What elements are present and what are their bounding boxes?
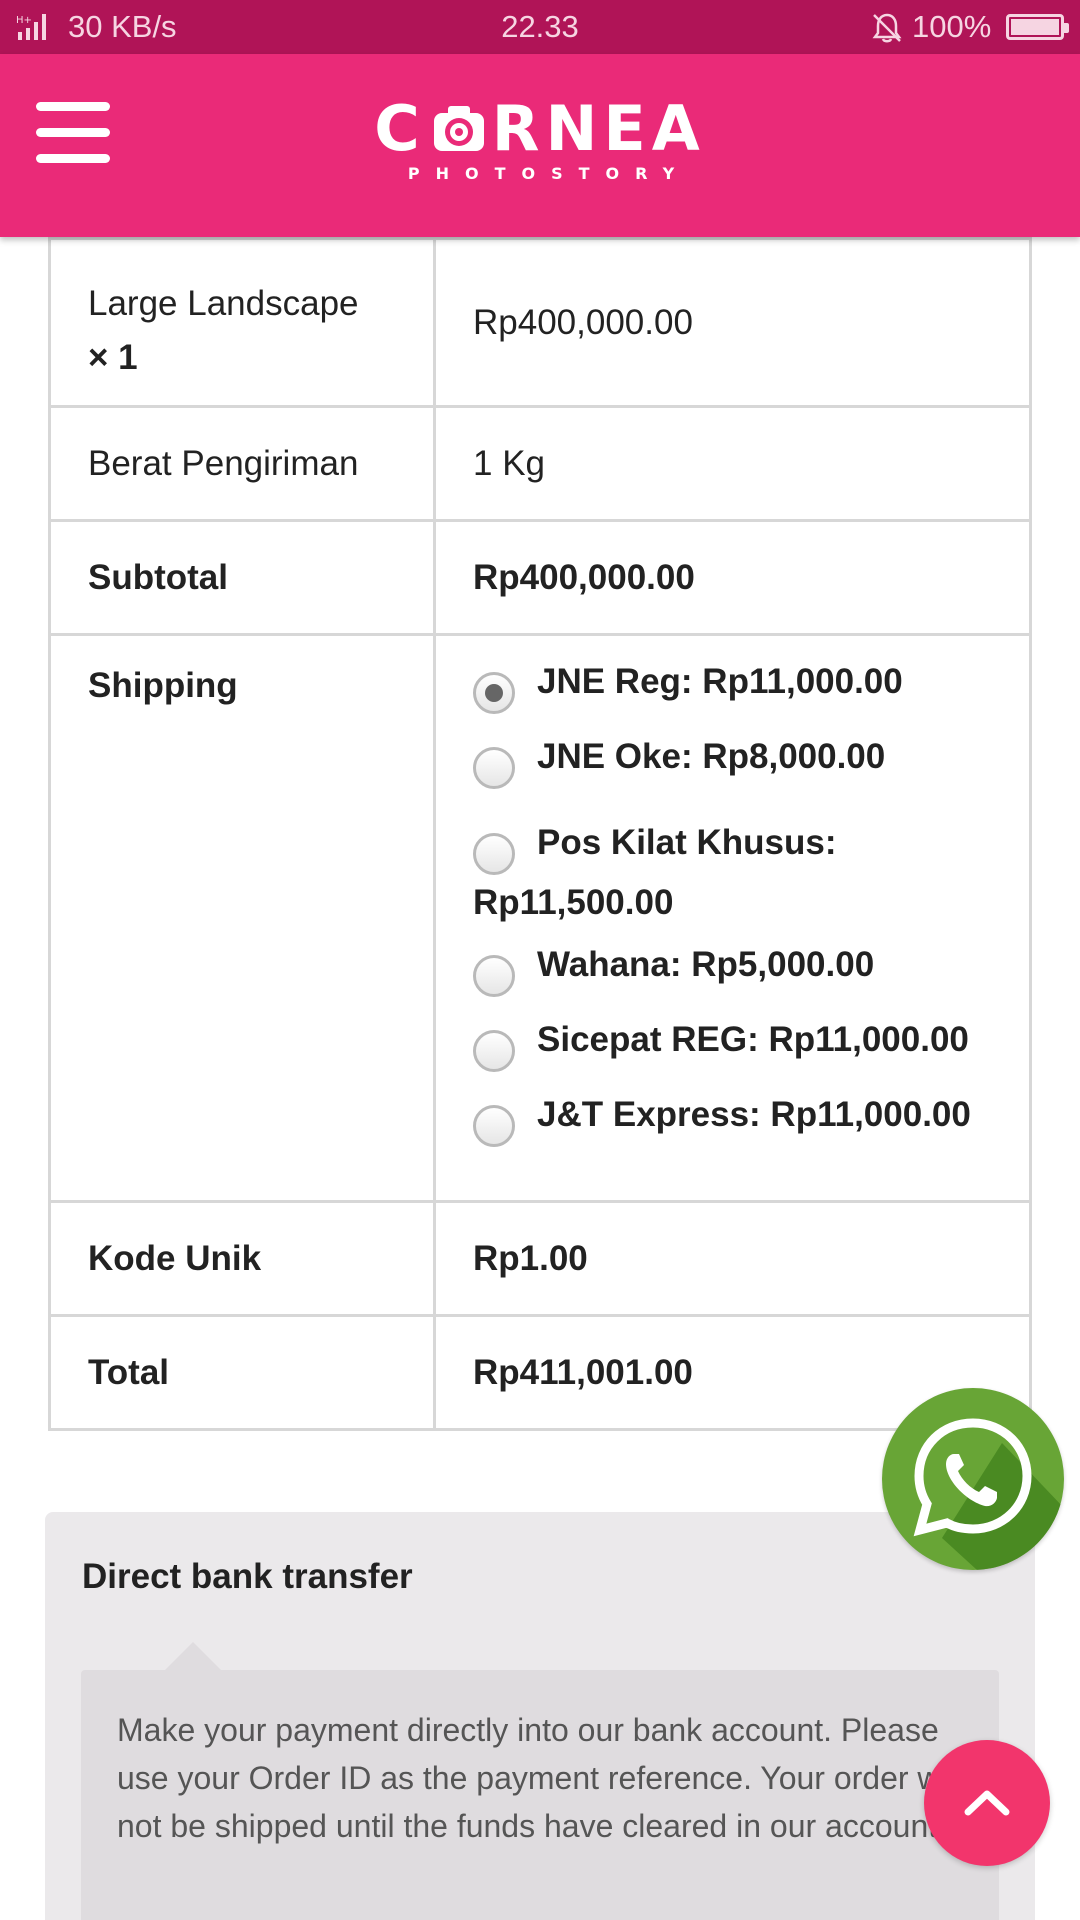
order-review-table: Large Landscape × 1 Rp400,000.00 Berat P… bbox=[48, 237, 1032, 1431]
shipping-option-label-cont: Rp11,500.00 bbox=[473, 883, 674, 922]
status-bar: H+ 30 KB/s 22.33 100% bbox=[0, 0, 1080, 54]
product-cell: Large Landscape × 1 bbox=[48, 237, 436, 408]
site-header: C RNEA PHOTOSTORY bbox=[0, 54, 1080, 237]
radio-jne-oke[interactable] bbox=[473, 747, 515, 789]
unique-code-label: Kode Unik bbox=[48, 1200, 436, 1317]
radio-jne-reg[interactable] bbox=[473, 672, 515, 714]
weight-value: 1 Kg bbox=[433, 405, 1032, 522]
shipping-option-jnt[interactable]: J&T Express: Rp11,000.00 bbox=[473, 1095, 1029, 1170]
shipping-option-jne-reg[interactable]: JNE Reg: Rp11,000.00 bbox=[473, 662, 1029, 737]
battery-icon bbox=[1006, 14, 1069, 40]
table-row-subtotal: Subtotal Rp400,000.00 bbox=[48, 519, 1032, 636]
payment-method-description: Make your payment directly into our bank… bbox=[81, 1670, 999, 1920]
weight-label: Berat Pengiriman bbox=[48, 405, 436, 522]
radio-sicepat[interactable] bbox=[473, 1030, 515, 1072]
shipping-options: JNE Reg: Rp11,000.00 JNE Oke: Rp8,000.00… bbox=[433, 633, 1032, 1203]
shipping-option-label: Wahana: Rp5,000.00 bbox=[537, 945, 875, 984]
shipping-option-pos-kilat[interactable]: Pos Kilat Khusus: Rp11,500.00 bbox=[473, 815, 1029, 945]
shipping-option-label: JNE Reg: Rp11,000.00 bbox=[537, 662, 903, 701]
logo-text-right: RNEA bbox=[491, 92, 706, 165]
site-logo[interactable]: C RNEA PHOTOSTORY bbox=[0, 92, 1080, 184]
shipping-label: Shipping bbox=[48, 633, 436, 1203]
whatsapp-icon bbox=[913, 1418, 1064, 1570]
shipping-option-label: JNE Oke: Rp8,000.00 bbox=[537, 737, 886, 776]
product-name: Large Landscape bbox=[88, 284, 359, 323]
battery-percentage: 100% bbox=[912, 9, 992, 44]
product-price: Rp400,000.00 bbox=[433, 237, 1032, 408]
whatsapp-button[interactable] bbox=[882, 1388, 1064, 1570]
table-row-weight: Berat Pengiriman 1 Kg bbox=[48, 405, 1032, 522]
unique-code-value: Rp1.00 bbox=[433, 1200, 1032, 1317]
payment-method-box: Direct bank transfer Make your payment d… bbox=[45, 1512, 1035, 1920]
table-row-shipping: Shipping JNE Reg: Rp11,000.00 JNE Oke: R… bbox=[48, 633, 1032, 1203]
bell-muted-icon bbox=[872, 13, 902, 43]
subtotal-label: Subtotal bbox=[48, 519, 436, 636]
logo-text-left: C bbox=[374, 92, 426, 165]
logo-tagline: PHOTOSTORY bbox=[407, 164, 691, 183]
product-quantity: × 1 bbox=[88, 338, 138, 377]
table-row-total: Total Rp411,001.00 bbox=[48, 1314, 1032, 1431]
scroll-to-top-button[interactable] bbox=[924, 1740, 1050, 1866]
shipping-option-wahana[interactable]: Wahana: Rp5,000.00 bbox=[473, 945, 1029, 1020]
total-label: Total bbox=[48, 1314, 436, 1431]
table-row-product: Large Landscape × 1 Rp400,000.00 bbox=[48, 237, 1032, 408]
radio-wahana[interactable] bbox=[473, 955, 515, 997]
radio-jnt[interactable] bbox=[473, 1105, 515, 1147]
subtotal-value: Rp400,000.00 bbox=[433, 519, 1032, 636]
shipping-option-label: Sicepat REG: Rp11,000.00 bbox=[537, 1020, 969, 1059]
shipping-option-jne-oke[interactable]: JNE Oke: Rp8,000.00 bbox=[473, 737, 1029, 815]
chevron-up-icon bbox=[964, 1790, 1010, 1816]
camera-icon bbox=[433, 106, 484, 151]
shipping-option-label: Pos Kilat Khusus: bbox=[537, 823, 837, 862]
payment-method-title[interactable]: Direct bank transfer bbox=[82, 1557, 413, 1597]
shipping-option-label: J&T Express: Rp11,000.00 bbox=[537, 1095, 971, 1134]
radio-pos-kilat[interactable] bbox=[473, 833, 515, 875]
table-row-unique-code: Kode Unik Rp1.00 bbox=[48, 1200, 1032, 1317]
shipping-option-sicepat[interactable]: Sicepat REG: Rp11,000.00 bbox=[473, 1020, 1029, 1095]
description-pointer bbox=[165, 1642, 221, 1670]
